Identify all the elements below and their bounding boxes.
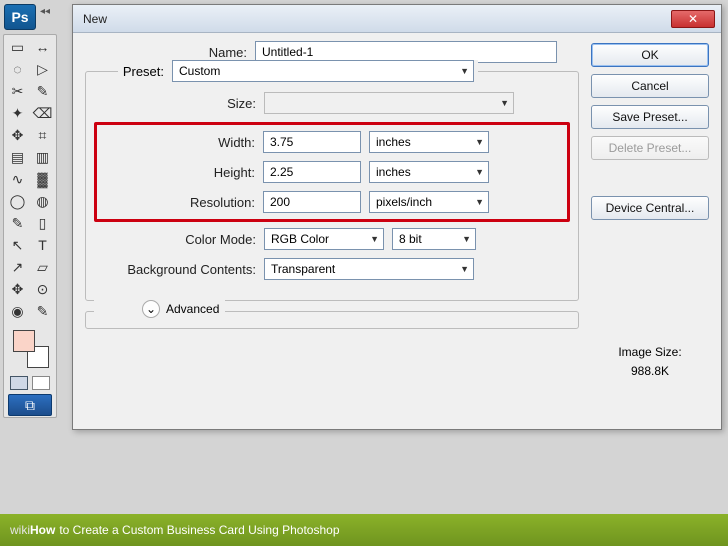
chevron-down-icon: ▼	[462, 234, 471, 244]
name-label: Name:	[85, 45, 255, 60]
caption-text: to Create a Custom Business Card Using P…	[59, 523, 339, 537]
size-combo: ▼	[264, 92, 514, 114]
image-size-value: 988.8K	[591, 362, 709, 381]
toolbox: ▭↔◌▷✂✎✦⌫✥⌗▤▥∿▓◯◍✎▯↖T↗▱✥⊙◉✎ ⧉	[3, 34, 57, 418]
chevron-down-icon: ▼	[475, 137, 484, 147]
ps-logo[interactable]: Ps	[4, 4, 36, 30]
tool-9-0[interactable]: ↖	[5, 234, 30, 256]
image-size-label: Image Size:	[591, 343, 709, 362]
width-unit-value: inches	[376, 135, 411, 149]
standard-mode-button[interactable]	[10, 376, 28, 390]
preset-group: Preset: Custom ▼ Size: ▼ Wi	[85, 71, 579, 301]
advanced-disclosure-button[interactable]: ⌄	[142, 300, 160, 318]
width-unit-combo[interactable]: inches ▼	[369, 131, 489, 153]
tool-5-1[interactable]: ▥	[30, 146, 55, 168]
chevron-down-icon: ▼	[370, 234, 379, 244]
resolution-unit-combo[interactable]: pixels/inch ▼	[369, 191, 489, 213]
tool-7-0[interactable]: ◯	[5, 190, 30, 212]
delete-preset-button: Delete Preset...	[591, 136, 709, 160]
color-mode-label: Color Mode:	[94, 232, 264, 247]
tool-7-1[interactable]: ◍	[30, 190, 55, 212]
close-icon: ✕	[688, 12, 698, 26]
bg-contents-label: Background Contents:	[94, 262, 264, 277]
resolution-label: Resolution:	[101, 195, 263, 210]
bg-contents-value: Transparent	[271, 262, 335, 276]
tool-8-1[interactable]: ▯	[30, 212, 55, 234]
caption-bar: wikiHow to Create a Custom Business Card…	[0, 514, 728, 546]
cancel-button[interactable]: Cancel	[591, 74, 709, 98]
height-label: Height:	[101, 165, 263, 180]
tool-11-1[interactable]: ⊙	[30, 278, 55, 300]
tool-2-1[interactable]: ✎	[30, 80, 55, 102]
width-label: Width:	[101, 135, 263, 150]
caption-prefix: wiki	[10, 523, 30, 537]
color-swatches	[5, 328, 55, 370]
caption-how: How	[30, 523, 55, 537]
foreground-color-swatch[interactable]	[13, 330, 35, 352]
chevron-down-icon: ▼	[500, 98, 509, 108]
chevron-down-icon: ⌄	[146, 302, 156, 316]
dimensions-highlight: Width: inches ▼ Height: inches	[94, 122, 570, 222]
preset-label: Preset:	[122, 64, 172, 79]
advanced-label: Advanced	[166, 302, 219, 316]
color-mode-combo[interactable]: RGB Color ▼	[264, 228, 384, 250]
mask-mode-group	[5, 376, 55, 390]
tool-1-1[interactable]: ▷	[30, 58, 55, 80]
dialog-buttons: OK Cancel Save Preset... Delete Preset..…	[591, 43, 709, 220]
tool-9-1[interactable]: T	[30, 234, 55, 256]
height-unit-combo[interactable]: inches ▼	[369, 161, 489, 183]
tool-6-0[interactable]: ∿	[5, 168, 30, 190]
tool-5-0[interactable]: ▤	[5, 146, 30, 168]
dialog-title: New	[79, 12, 107, 26]
tool-12-1[interactable]: ✎	[30, 300, 55, 322]
tool-6-1[interactable]: ▓	[30, 168, 55, 190]
chevron-down-icon: ▼	[460, 66, 469, 76]
bg-contents-combo[interactable]: Transparent ▼	[264, 258, 474, 280]
menu-overflow-icon: ◂◂	[40, 6, 50, 17]
height-input[interactable]	[263, 161, 361, 183]
tool-11-0[interactable]: ✥	[5, 278, 30, 300]
tool-10-0[interactable]: ↗	[5, 256, 30, 278]
screen-mode-button[interactable]: ⧉	[8, 394, 52, 416]
tool-2-0[interactable]: ✂	[5, 80, 30, 102]
preset-value: Custom	[179, 64, 220, 78]
image-size-section: Image Size: 988.8K	[591, 343, 709, 381]
new-document-dialog: New ✕ OK Cancel Save Preset... Delete Pr…	[72, 4, 722, 430]
tool-0-0[interactable]: ▭	[5, 36, 30, 58]
color-mode-value: RGB Color	[271, 232, 329, 246]
resolution-unit-value: pixels/inch	[376, 195, 432, 209]
chevron-down-icon: ▼	[475, 197, 484, 207]
height-unit-value: inches	[376, 165, 411, 179]
tool-0-1[interactable]: ↔	[30, 36, 55, 58]
preset-combo[interactable]: Custom ▼	[172, 60, 474, 82]
tool-3-0[interactable]: ✦	[5, 102, 30, 124]
bit-depth-combo[interactable]: 8 bit ▼	[392, 228, 476, 250]
title-bar: New ✕	[73, 5, 721, 33]
tool-3-1[interactable]: ⌫	[30, 102, 55, 124]
save-preset-button[interactable]: Save Preset...	[591, 105, 709, 129]
tool-8-0[interactable]: ✎	[5, 212, 30, 234]
width-input[interactable]	[263, 131, 361, 153]
bit-depth-value: 8 bit	[399, 232, 422, 246]
chevron-down-icon: ▼	[460, 264, 469, 274]
tool-1-0[interactable]: ◌	[5, 58, 30, 80]
ok-button[interactable]: OK	[591, 43, 709, 67]
size-label: Size:	[94, 96, 264, 111]
chevron-down-icon: ▼	[475, 167, 484, 177]
tool-4-0[interactable]: ✥	[5, 124, 30, 146]
resolution-input[interactable]	[263, 191, 361, 213]
quick-mask-button[interactable]	[32, 376, 50, 390]
close-button[interactable]: ✕	[671, 10, 715, 28]
tool-10-1[interactable]: ▱	[30, 256, 55, 278]
tool-4-1[interactable]: ⌗	[30, 124, 55, 146]
tool-12-0[interactable]: ◉	[5, 300, 30, 322]
device-central-button[interactable]: Device Central...	[591, 196, 709, 220]
